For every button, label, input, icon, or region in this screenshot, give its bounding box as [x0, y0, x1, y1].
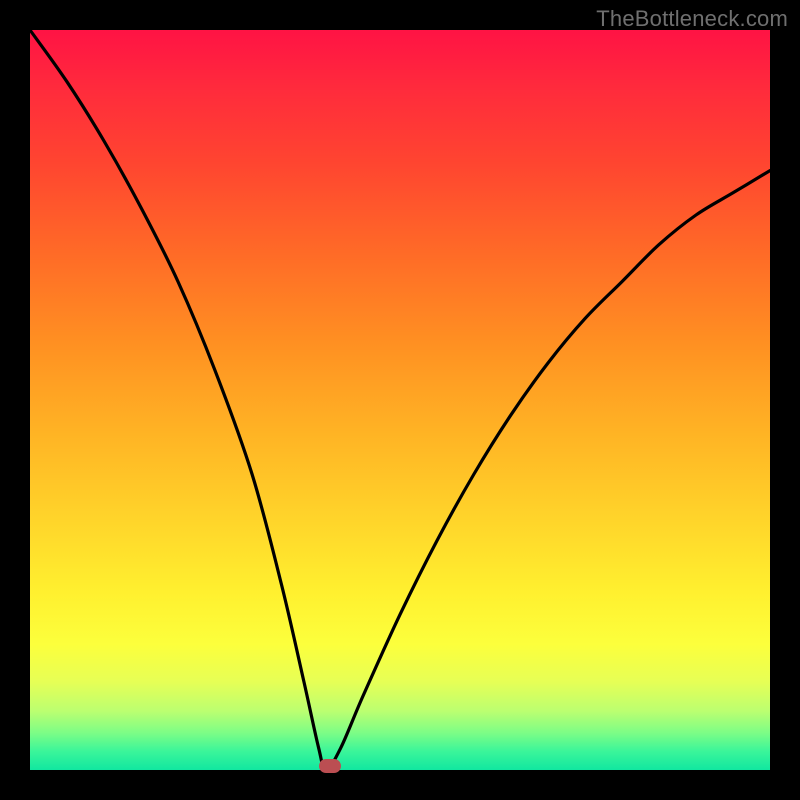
- bottleneck-curve-path: [30, 30, 770, 770]
- chart-plot-area: [30, 30, 770, 770]
- chart-frame: TheBottleneck.com: [0, 0, 800, 800]
- chart-svg: [30, 30, 770, 770]
- optimum-marker-icon: [319, 759, 341, 773]
- watermark-text: TheBottleneck.com: [596, 6, 788, 32]
